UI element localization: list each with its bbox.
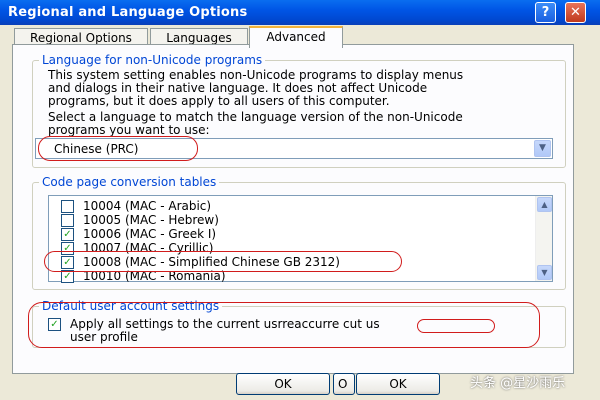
tab-label: Advanced	[266, 30, 326, 44]
list-scrollbar[interactable]: ▲ ▼	[535, 196, 552, 281]
window-title-bar[interactable]: Regional and Language Options	[0, 0, 600, 25]
list-item[interactable]: ✓ 10006 (MAC - Greek I)	[61, 228, 216, 241]
language-select-prompt: Select a language to match the language …	[48, 111, 463, 137]
tab-advanced[interactable]: Advanced	[249, 26, 343, 48]
partial-button-label: O	[338, 377, 348, 391]
list-item-label: 10006 (MAC - Greek I)	[83, 227, 217, 241]
chevron-down-icon[interactable]: ▼	[534, 140, 551, 157]
help-icon[interactable]: ?	[535, 2, 556, 23]
ok-button[interactable]: OK	[236, 373, 330, 395]
ok-button-label: OK	[274, 377, 292, 391]
code-page-legend: Code page conversion tables	[39, 175, 220, 189]
checkbox[interactable]	[61, 214, 74, 227]
close-icon[interactable]: ✕	[565, 2, 586, 23]
annotation-scribble	[417, 319, 495, 333]
window-title: Regional and Language Options	[8, 5, 248, 20]
tab-label: Regional Options	[30, 31, 132, 45]
list-item-label: 10005 (MAC - Hebrew)	[83, 213, 219, 227]
checkbox-checked[interactable]: ✓	[61, 228, 74, 241]
scroll-up-icon[interactable]: ▲	[537, 197, 552, 212]
checkbox[interactable]	[61, 200, 74, 213]
non-unicode-legend: Language for non-Unicode programs	[39, 53, 266, 67]
description-line: programs, but it does apply to all users…	[48, 94, 390, 108]
tab-label: Languages	[166, 31, 232, 45]
list-item[interactable]: 10004 (MAC - Arabic)	[61, 200, 211, 213]
annotation-circle-gb2312	[44, 251, 402, 272]
annotation-circle-language	[38, 136, 198, 161]
partial-button[interactable]: O	[333, 373, 355, 395]
watermark-text: 头条 @星沙雨乐	[470, 376, 566, 391]
list-item[interactable]: 10005 (MAC - Hebrew)	[61, 214, 219, 227]
scroll-down-icon[interactable]: ▼	[537, 265, 552, 280]
non-unicode-description: This system setting enables non-Unicode …	[48, 69, 463, 108]
list-item-label: 10004 (MAC - Arabic)	[83, 199, 212, 213]
ok-button-2[interactable]: OK	[356, 373, 440, 395]
ok-button-2-label: OK	[389, 377, 407, 391]
